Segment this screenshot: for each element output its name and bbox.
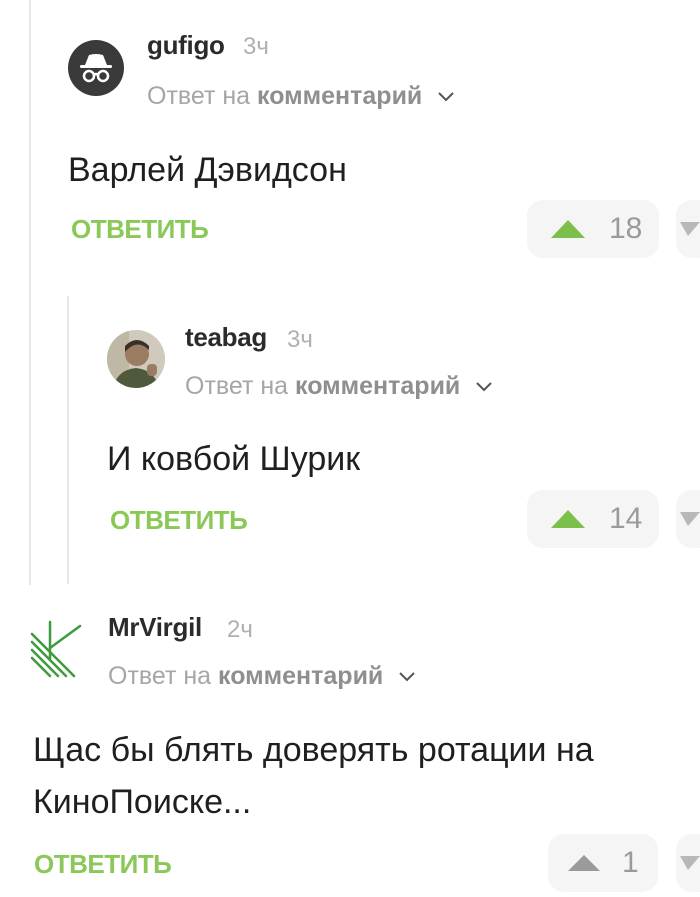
upvote-icon[interactable]	[549, 508, 587, 530]
incognito-icon	[80, 54, 112, 83]
comment-teabag: teabag 3ч Ответ на комментарий И ковбой …	[0, 296, 700, 584]
vote-widget: 14	[527, 490, 659, 548]
reply-to-link[interactable]: Ответ на комментарий	[185, 372, 493, 401]
comment-text: Варлей Дэвидсон	[68, 151, 347, 189]
rating-count: 18	[609, 212, 643, 245]
comment-text: Щас бы блять доверять ротации на КиноПои…	[33, 731, 594, 821]
rating-count: 14	[609, 502, 643, 535]
chevron-down-icon	[476, 382, 492, 392]
reply-to-target: комментарий	[257, 82, 423, 110]
downvote-button[interactable]	[676, 200, 700, 258]
comment-time: 3ч	[287, 326, 313, 353]
vote-widget: 1	[548, 834, 658, 892]
reply-to-target: комментарий	[218, 662, 384, 690]
downvote-icon	[680, 222, 700, 236]
reply-to-target: комментарий	[295, 372, 461, 400]
reply-to-link[interactable]: Ответ на комментарий	[147, 82, 455, 111]
reply-to-prefix: Ответ на	[108, 662, 212, 690]
reply-to-prefix: Ответ на	[147, 82, 251, 110]
green-stripes-logo	[30, 620, 82, 678]
author-name[interactable]: MrVirgil	[108, 612, 202, 643]
rating-count: 1	[622, 846, 639, 879]
reply-to-link[interactable]: Ответ на комментарий	[108, 662, 416, 691]
reply-button[interactable]: ОТВЕТИТЬ	[110, 505, 248, 536]
reply-button[interactable]: ОТВЕТИТЬ	[34, 849, 172, 880]
comment-text: И ковбой Шурик	[107, 440, 361, 478]
downvote-icon	[680, 856, 700, 870]
author-name[interactable]: gufigo	[147, 30, 225, 61]
avatar[interactable]	[28, 618, 88, 678]
author-name[interactable]: teabag	[185, 322, 267, 353]
reply-to-prefix: Ответ на	[185, 372, 289, 400]
vote-widget: 18	[527, 200, 659, 258]
comment-mrvirgil: MrVirgil 2ч Ответ на комментарий Щас бы …	[0, 590, 700, 895]
reply-button[interactable]: ОТВЕТИТЬ	[71, 214, 209, 245]
avatar[interactable]	[107, 330, 165, 388]
chevron-down-icon	[438, 92, 454, 102]
downvote-button[interactable]	[676, 834, 700, 892]
upvote-icon[interactable]	[549, 218, 587, 240]
avatar[interactable]	[68, 40, 124, 96]
comment-gufigo: gufigo 3ч Ответ на комментарий Варлей Дэ…	[0, 0, 700, 290]
comment-time: 2ч	[227, 616, 253, 643]
downvote-icon	[680, 512, 700, 526]
downvote-button[interactable]	[676, 490, 700, 548]
upvote-icon[interactable]	[566, 853, 602, 873]
user-photo	[107, 330, 165, 388]
chevron-down-icon	[399, 672, 415, 682]
comment-time: 3ч	[243, 33, 269, 60]
